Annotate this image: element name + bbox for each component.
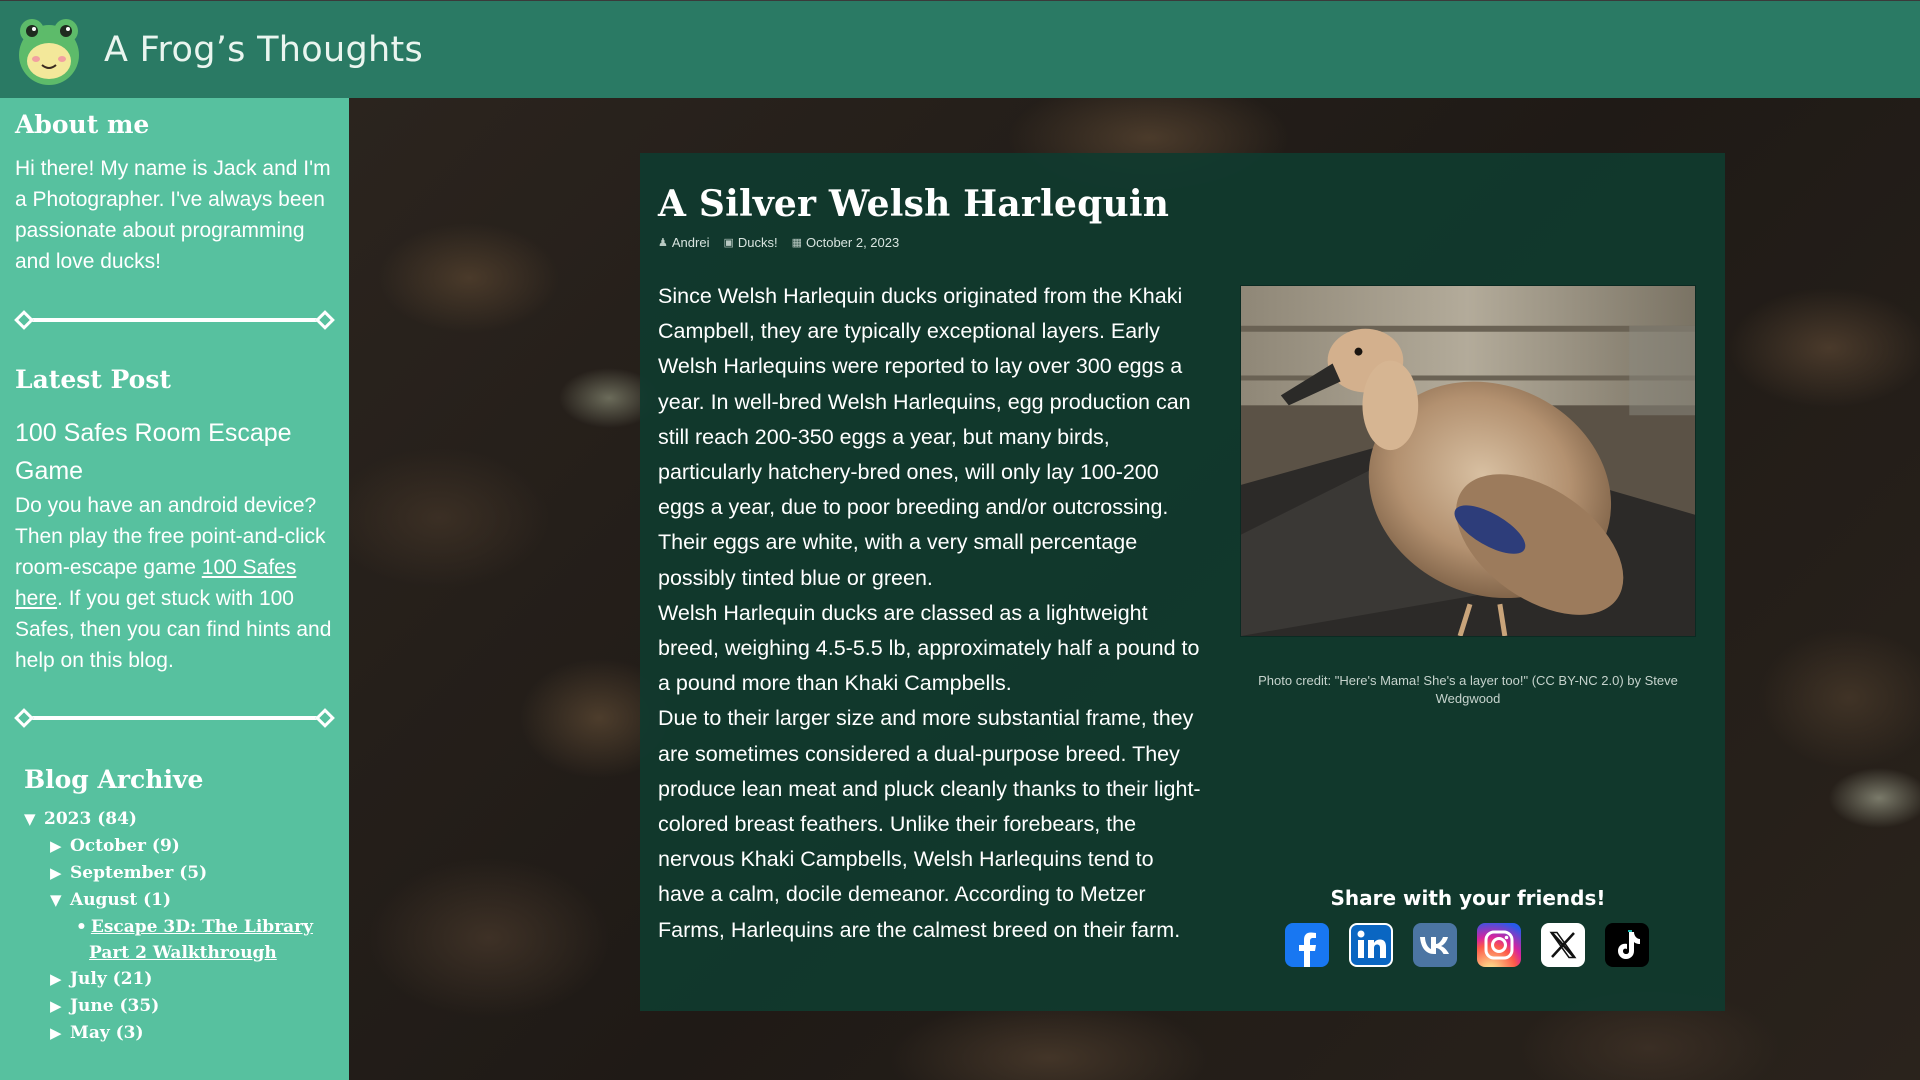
post-paragraph: Due to their larger size and more substa…: [658, 706, 1201, 942]
site-header: A Frog’s Thoughts: [0, 0, 1920, 98]
post-date: October 2, 2023: [806, 235, 900, 250]
about-text: Hi there! My name is Jack and I'm a Phot…: [15, 157, 331, 273]
sidebar-divider: [14, 707, 335, 729]
archive-month-september[interactable]: ▶ September (5): [24, 860, 334, 887]
collapsed-triangle-icon[interactable]: ▶: [50, 833, 70, 860]
sidebar-divider: [14, 309, 335, 331]
post-author[interactable]: Andrei: [672, 235, 710, 250]
instagram-icon[interactable]: [1477, 923, 1521, 967]
folder-icon: ▣: [723, 237, 734, 249]
latest-post-title[interactable]: 100 Safes Room Escape Game: [15, 414, 334, 490]
x-icon[interactable]: [1541, 923, 1585, 967]
collapsed-triangle-icon[interactable]: ▶: [50, 966, 70, 993]
collapsed-triangle-icon[interactable]: ▶: [50, 860, 70, 887]
blog-archive-heading: Blog Archive: [24, 765, 204, 794]
archive-month-october[interactable]: ▶ October (9): [24, 833, 334, 860]
post-paragraph: Welsh Harlequin ducks are classed as a l…: [658, 600, 1200, 696]
post-title[interactable]: A Silver Welsh Harlequin: [658, 183, 1707, 225]
archive-month-august[interactable]: ▼ August (1): [24, 887, 334, 914]
duck-photo: [1240, 285, 1696, 637]
archive-month-may[interactable]: ▶ May (3): [24, 1020, 334, 1047]
expanded-triangle-icon[interactable]: ▼: [24, 806, 44, 833]
expanded-triangle-icon[interactable]: ▼: [50, 887, 70, 914]
share-heading: Share with your friends!: [1330, 886, 1606, 910]
archive-post-link[interactable]: Escape 3D: The Library: [91, 917, 313, 937]
frog-logo-icon[interactable]: [12, 13, 86, 87]
latest-post-text: Do you have an android device? Then play…: [15, 494, 332, 672]
calendar-icon: ▦: [791, 237, 802, 249]
collapsed-triangle-icon[interactable]: ▶: [50, 993, 70, 1020]
latest-post-heading: Latest Post: [15, 365, 171, 394]
blog-archive: Blog Archive ▼ 2023 (84) ▶ October (9) ▶…: [15, 765, 334, 1047]
post-paragraph: Since Welsh Harlequin ducks originated f…: [658, 284, 1191, 590]
collapsed-triangle-icon[interactable]: ▶: [50, 1020, 70, 1047]
tiktok-icon[interactable]: [1605, 923, 1649, 967]
post-category[interactable]: Ducks!: [738, 235, 778, 250]
about-heading: About me: [15, 110, 150, 139]
post-meta: ♟ Andrei ▣ Ducks! ▦ October 2, 2023: [658, 235, 1707, 250]
archive-year-2023[interactable]: ▼ 2023 (84): [24, 806, 334, 833]
site-title[interactable]: A Frog’s Thoughts: [104, 30, 423, 70]
linkedin-icon[interactable]: [1349, 923, 1393, 967]
sidebar: About me Hi there! My name is Jack and I…: [0, 98, 349, 1080]
article-panel: A Silver Welsh Harlequin ♟ Andrei ▣ Ducks!…: [640, 153, 1725, 1011]
archive-month-july[interactable]: ▶ July (21): [24, 966, 334, 993]
archive-post-link-line2[interactable]: Part 2 Walkthrough: [89, 943, 277, 963]
user-icon: ♟: [658, 237, 668, 249]
facebook-icon[interactable]: [1285, 923, 1329, 967]
archive-post-item: • Escape 3D: The Library Part 2 Walkthrou…: [76, 917, 314, 963]
share-icons: [1285, 923, 1649, 967]
archive-month-june[interactable]: ▶ June (35): [24, 993, 334, 1020]
vk-icon[interactable]: [1413, 923, 1457, 967]
post-body: Since Welsh Harlequin ducks originated f…: [658, 279, 1203, 948]
photo-caption: Photo credit: "Here's Mama! She's a laye…: [1258, 673, 1678, 706]
